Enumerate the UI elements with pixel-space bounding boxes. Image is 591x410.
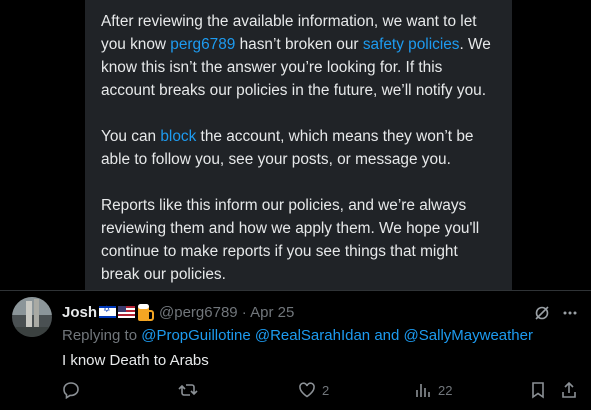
tweet-actions: 2 22 [62,378,582,402]
block-link[interactable]: block [160,128,196,145]
notice-paragraph-2: You can block the account, which means t… [101,125,496,171]
replying-to: Replying to @PropGuillotine @RealSarahId… [62,327,533,344]
notice-text: You can [101,128,161,145]
notice-text: hasn’t broken our [235,36,363,53]
views-button[interactable]: 22 [414,378,452,402]
share-button[interactable] [560,378,578,402]
grok-icon[interactable] [534,305,550,321]
us-flag-icon [118,306,136,318]
avatar[interactable] [12,297,52,337]
replying-prefix: Replying to [62,327,142,344]
mention-link[interactable]: @RealSarahIdan [255,327,370,344]
user-link[interactable]: perg6789 [170,36,235,53]
tweet-top-actions [534,305,578,321]
repost-icon [178,384,198,396]
bookmark-button[interactable] [530,378,546,402]
israel-flag-icon [99,304,117,318]
like-button[interactable]: 2 [298,378,329,402]
notice-paragraph-1: After reviewing the available informatio… [101,10,496,102]
reply-button[interactable] [62,378,80,402]
divider [0,290,591,291]
share-icon [562,381,576,398]
display-name[interactable]: Josh [62,304,97,321]
repost-button[interactable] [178,378,198,402]
handle-and-date[interactable]: @perg6789 · Apr 25 [159,304,294,321]
mention-link[interactable]: @SallyMayweather [404,327,533,344]
and-text: and [370,327,404,344]
tweet-header: Josh @perg6789 · Apr 25 [62,303,294,321]
safety-notice-card: After reviewing the available informatio… [85,0,512,290]
tweet-text: I know Death to Arabs [62,352,209,369]
views-icon [416,384,430,397]
reply-icon [63,382,79,399]
like-count: 2 [322,382,330,398]
views-count: 22 [438,382,453,398]
heart-icon [299,382,315,398]
safety-policies-link[interactable]: safety policies [363,36,460,53]
notice-paragraph-3: Reports like this inform our policies, a… [101,197,480,283]
beer-mug-icon [138,303,155,321]
more-options-icon[interactable] [562,305,578,321]
mention-link[interactable]: @PropGuillotine [141,327,250,344]
bookmark-icon [532,382,544,399]
